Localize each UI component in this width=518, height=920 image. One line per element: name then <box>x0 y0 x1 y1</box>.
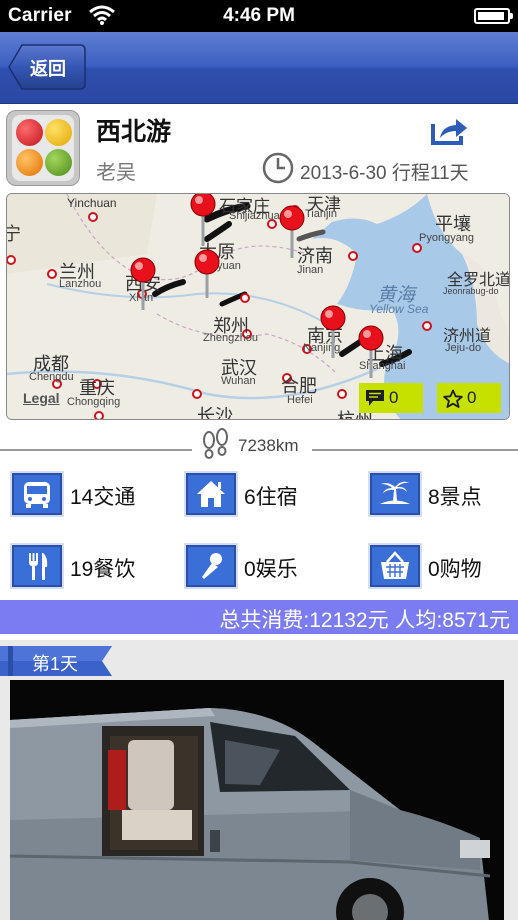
trip-cover-image[interactable] <box>6 110 80 186</box>
category-dining[interactable]: 19餐饮 <box>12 545 172 589</box>
clock-time: 4:46 PM <box>223 5 295 26</box>
cover-fruit-red <box>16 119 43 146</box>
microphone-icon <box>186 545 236 587</box>
cost-summary: 总共消费:12132元 人均:8571元 <box>219 609 510 632</box>
cover-fruit-orange <box>16 149 43 176</box>
pin-shine <box>199 254 207 262</box>
cost-summary-bar: 总共消费:12132元 人均:8571元 <box>0 600 518 634</box>
trip-distance: 7238km <box>238 436 299 455</box>
pin-head <box>130 257 156 283</box>
pin-head <box>190 194 216 217</box>
category-transport[interactable]: 14交通 <box>12 473 172 517</box>
island-icon <box>370 473 420 515</box>
map-pin-icon[interactable] <box>279 205 305 258</box>
basket-icon <box>370 545 420 587</box>
share-icon[interactable] <box>430 114 470 151</box>
cover-fruit-yellow <box>45 119 72 146</box>
back-button-label: 返回 <box>30 59 66 79</box>
day-section: 第1天 <box>0 634 518 920</box>
battery-level <box>478 12 504 20</box>
back-button[interactable]: 返回 <box>8 44 86 90</box>
clock-icon <box>262 152 294 189</box>
pin-shine <box>325 310 333 318</box>
house-icon <box>186 473 236 515</box>
category-label: 19餐饮 <box>70 558 136 581</box>
battery-icon <box>474 8 513 24</box>
pin-head <box>279 205 305 231</box>
day-label: 第1天 <box>32 654 79 674</box>
trip-header: 西北游 老吴 2013-6-30 行程11天 <box>0 104 518 190</box>
divider-left <box>0 449 192 451</box>
fork-knife-icon <box>12 545 62 587</box>
footprints-icon <box>200 428 232 467</box>
map-pin-icon[interactable] <box>130 257 156 310</box>
trip-date: 2013-6-30 <box>300 163 387 184</box>
trip-duration: 行程11天 <box>391 163 469 184</box>
map-pin-icon[interactable] <box>190 194 216 246</box>
category-label: 0娱乐 <box>244 558 298 581</box>
status-bar: Carrier 4:46 PM <box>0 0 518 32</box>
category-label: 0购物 <box>428 558 482 581</box>
pin-head <box>320 305 346 331</box>
trip-date-duration: 2013-6-30 行程11天 <box>300 158 469 185</box>
category-attractions[interactable]: 8景点 <box>370 473 518 517</box>
category-shopping[interactable]: 0购物 <box>370 545 518 589</box>
comment-icon <box>366 390 384 406</box>
comments-badge[interactable]: 0 <box>359 383 423 413</box>
bus-icon <box>12 473 62 515</box>
category-entertainment[interactable]: 0娱乐 <box>186 545 346 589</box>
day-tag[interactable]: 第1天 <box>0 646 112 676</box>
pin-shine <box>195 196 203 204</box>
van-photo-image <box>10 680 504 920</box>
pin-shine <box>363 330 371 338</box>
star-icon <box>443 389 463 408</box>
category-label: 8景点 <box>428 486 482 509</box>
trip-title: 西北游 <box>96 118 172 146</box>
day-photo[interactable] <box>10 680 504 920</box>
pin-head <box>358 325 384 351</box>
distance-row: 7238km <box>0 428 518 462</box>
navigation-bar: 返回 <box>0 32 518 104</box>
favorites-badge[interactable]: 0 <box>437 383 501 413</box>
route-map[interactable]: Yinchuan 石家庄 Shijiazhuang 天津 Tianjin 平壤 … <box>6 193 510 420</box>
trip-author: 老吴 <box>96 162 136 184</box>
pin-shine <box>284 210 292 218</box>
favorites-count: 0 <box>467 388 477 407</box>
cover-fruit-green <box>45 149 72 176</box>
pin-shine <box>135 262 143 270</box>
category-lodging[interactable]: 6住宿 <box>186 473 346 517</box>
category-label: 14交通 <box>70 486 136 509</box>
map-pin-icon[interactable] <box>320 305 346 358</box>
category-label: 6住宿 <box>244 486 298 509</box>
comments-count: 0 <box>389 388 399 407</box>
divider-right <box>312 449 518 451</box>
route-pins <box>130 194 384 378</box>
pin-head <box>194 249 220 275</box>
map-legal-link[interactable]: Legal <box>23 390 60 406</box>
map-pin-icon[interactable] <box>194 249 220 298</box>
map-pin-icon[interactable] <box>358 325 384 378</box>
